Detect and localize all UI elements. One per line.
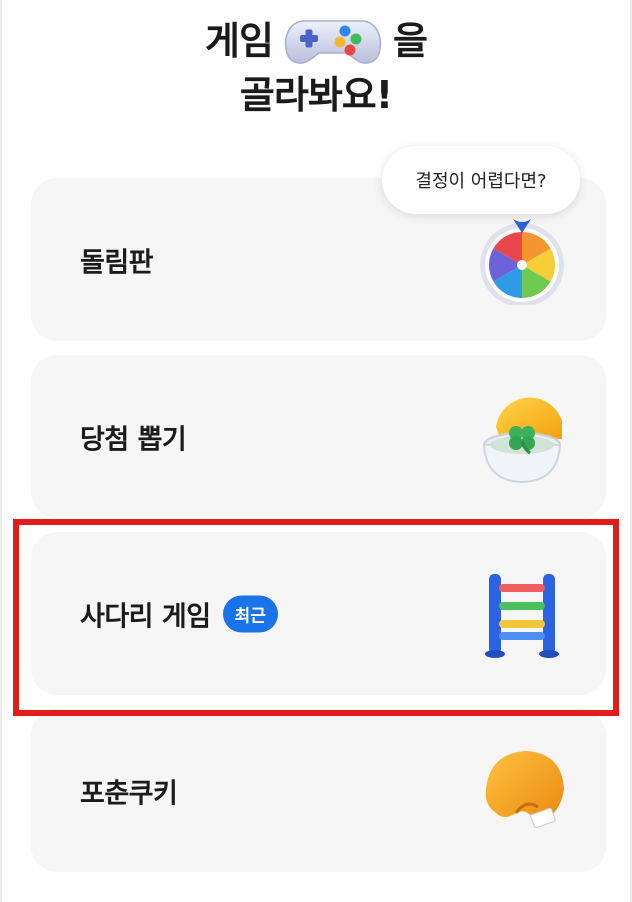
recent-badge: 최근 — [222, 595, 278, 632]
game-card-lucky-draw[interactable]: 당첨 뽑기 — [31, 355, 606, 518]
title-line2: 골라봐요! — [239, 73, 393, 117]
decision-help-tooltip[interactable]: 결정이 어렵다면? — [382, 146, 580, 214]
title-part2: 을 — [392, 19, 428, 63]
page-title: 게임 을 골라봐요! — [0, 14, 632, 122]
game-label-ladder: 사다리 게임 — [80, 601, 211, 632]
title-part1: 게임 — [205, 19, 274, 63]
tooltip-text: 결정이 어렵다면? — [415, 171, 547, 192]
game-card-fortune-cookie[interactable]: 포춘쿠키 — [31, 709, 606, 872]
fortune-cookie-icon — [485, 751, 564, 829]
game-label-roulette: 돌림판 — [80, 247, 154, 278]
gamepad-icon — [284, 20, 382, 64]
game-label-fortune-cookie: 포춘쿠키 — [80, 778, 178, 809]
ladder-icon — [485, 574, 559, 658]
left-edge-divider — [0, 0, 2, 902]
lucky-capsule-icon — [482, 397, 562, 484]
game-card-ladder[interactable]: 사다리 게임 최근 — [31, 532, 606, 695]
game-label-lucky-draw: 당첨 뽑기 — [80, 424, 187, 455]
roulette-wheel-icon — [480, 219, 564, 305]
